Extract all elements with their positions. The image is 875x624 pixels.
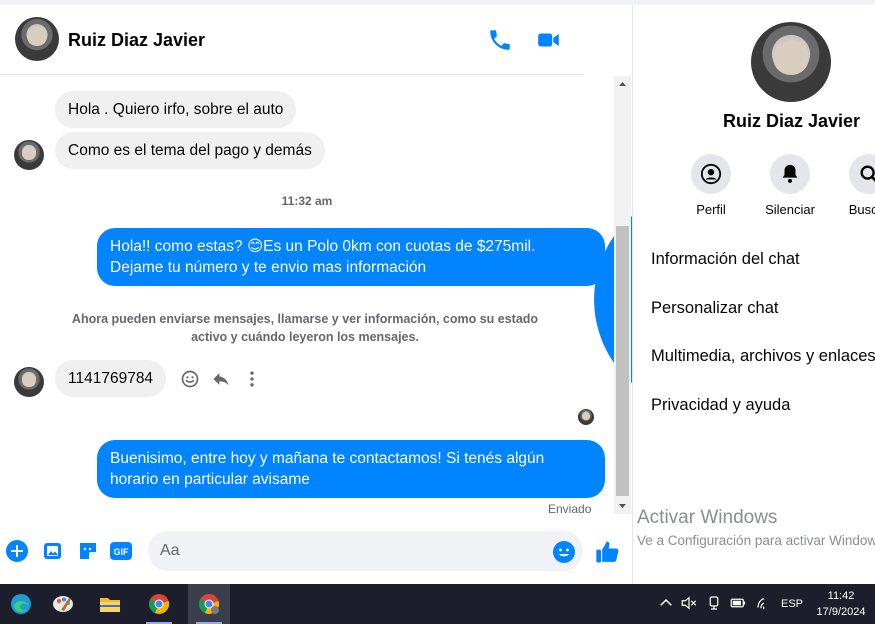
plus-icon[interactable] [5,539,29,563]
taskbar-file-explorer[interactable] [89,584,131,624]
outgoing-message[interactable]: Hola!! como estas? 😊Es un Polo 0km con c… [97,228,605,286]
speaker-muted-icon[interactable] [680,594,698,612]
profile-action[interactable]: Perfil [671,154,751,217]
edge-browser-icon [11,594,31,614]
video-camera-icon[interactable] [536,27,562,53]
incoming-message[interactable]: Hola . Quiero irfo, sobre el auto [55,91,297,128]
info-contact-name: Ruiz Diaz Javier [722,111,861,131]
activation-watermark-subtitle: Ve a Configuración para activar Windows. [637,533,875,548]
mute-action[interactable]: Silenciar [750,154,830,217]
system-clock[interactable]: 11:42 17/9/2024 [812,588,870,620]
messenger-window: Ruiz Diaz Javier Hola . Quiero irfo, sob… [0,0,875,589]
language-indicator[interactable]: ESP [781,598,803,610]
contact-avatar-small[interactable] [14,367,44,397]
sticker-icon[interactable] [76,539,100,563]
menu-customize-chat[interactable]: Personalizar chat [651,299,778,318]
clock-date: 17/9/2024 [816,606,866,618]
message-timestamp: 11:32 am [281,194,333,208]
bell-icon [782,164,798,183]
chat-panel: Ruiz Diaz Javier Hola . Quiero irfo, sob… [0,5,826,589]
wifi-icon[interactable] [755,594,773,612]
clock-time: 11:42 [827,590,855,602]
device-icon[interactable] [705,594,723,612]
search-action[interactable]: Buscar [829,154,875,217]
taskbar-edge[interactable] [0,584,42,624]
info-avatar[interactable] [751,22,831,102]
activation-watermark-title: Activar Windows [637,507,778,528]
message-input[interactable] [148,531,583,571]
chat-header: Ruiz Diaz Javier [0,5,826,589]
scroll-down-arrow-icon[interactable] [614,497,631,514]
menu-media-files[interactable]: Multimedia, archivos y enlaces [651,347,875,366]
incoming-message[interactable]: 1141769784 [55,360,167,397]
contact-avatar[interactable] [15,17,59,61]
profile-label: Perfil [696,202,726,217]
svg-text:GIF: GIF [114,547,130,557]
contact-name[interactable]: Ruiz Diaz Javier [68,30,205,51]
message-list[interactable]: Hola . Quiero irfo, sobre el auto Como e… [0,76,614,524]
gif-icon[interactable]: GIF [109,539,133,563]
menu-privacy-help[interactable]: Privacidad y ayuda [651,396,790,415]
profile-icon [700,163,722,185]
scroll-up-arrow-icon[interactable] [614,76,631,93]
chat-info-panel: Ruiz Diaz Javier Perfil Silenciar Busc I… [633,5,875,584]
thumbs-up-icon[interactable] [594,538,622,566]
folder-icon [100,598,120,612]
paint-palette-icon [53,596,73,612]
system-notice: Ahora pueden enviarse mensajes, llamarse… [71,312,539,344]
search-label: Buscar [848,202,875,217]
phone-icon[interactable] [487,27,513,53]
chevron-up-icon[interactable] [657,594,675,612]
mute-label: Silenciar [765,202,815,217]
windows-taskbar: ESP 11:42 17/9/2024 [0,584,875,624]
reply-icon[interactable] [211,369,231,389]
react-emoji-icon[interactable] [180,369,200,389]
taskbar-chrome-profile[interactable] [188,584,230,624]
seen-avatar [578,409,594,425]
emoji-icon[interactable] [552,540,576,564]
taskbar-paint[interactable] [42,584,84,624]
message-scrollbar[interactable] [614,76,631,514]
contact-avatar-small[interactable] [14,140,44,170]
more-options-icon[interactable] [242,369,262,389]
scroll-thumb[interactable] [616,226,629,496]
chrome-profile-icon [199,594,220,614]
taskbar-chrome[interactable] [138,584,180,624]
menu-chat-info[interactable]: Información del chat [651,250,800,269]
message-composer: GIF [0,527,632,577]
image-icon[interactable] [41,539,65,563]
chrome-icon [149,594,170,614]
incoming-message[interactable]: Como es el tema del pago y demás [55,132,325,169]
battery-icon[interactable] [729,594,747,612]
search-icon [860,165,875,182]
message-status: Enviado [548,502,592,516]
outgoing-message[interactable]: Buenisimo, entre hoy y mañana te contact… [97,440,605,498]
